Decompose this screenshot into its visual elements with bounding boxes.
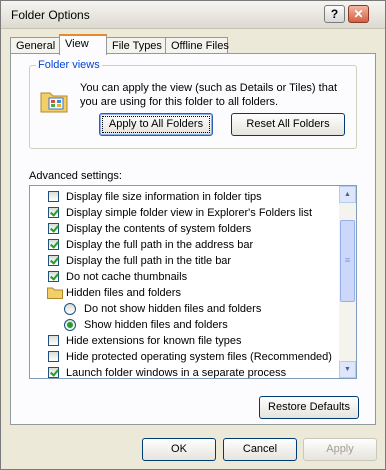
folder-icon bbox=[47, 287, 63, 299]
radio-button[interactable] bbox=[64, 319, 76, 331]
checkbox[interactable] bbox=[48, 367, 59, 378]
option-label: Hide protected operating system files (R… bbox=[66, 351, 332, 363]
option-label: Display the full path in the title bar bbox=[66, 255, 232, 267]
vertical-scrollbar[interactable]: ▲ ≡ ▼ bbox=[339, 186, 356, 378]
option-label: Display the full path in the address bar bbox=[66, 239, 254, 251]
close-button[interactable]: ✕ bbox=[348, 5, 369, 23]
folder-views-legend: Folder views bbox=[36, 59, 102, 71]
option-label: Show hidden files and folders bbox=[84, 319, 228, 331]
folder-views-description: You can apply the view (such as Details … bbox=[80, 82, 338, 108]
title-bar: Folder Options ? ✕ bbox=[1, 1, 385, 29]
apply-to-all-folders-button[interactable]: Apply to All Folders bbox=[99, 113, 213, 136]
reset-all-folders-button[interactable]: Reset All Folders bbox=[231, 113, 345, 136]
checkbox[interactable] bbox=[48, 351, 59, 362]
folder-views-group: Folder views You can apply the view (suc… bbox=[29, 59, 357, 149]
option-label: Display simple folder view in Explorer's… bbox=[66, 207, 313, 219]
option-label: Launch folder windows in a separate proc… bbox=[66, 367, 287, 379]
option-label: Do not show hidden files and folders bbox=[84, 303, 262, 315]
option-label: Hide extensions for known file types bbox=[66, 335, 242, 347]
view-tab-panel: Folder views You can apply the view (suc… bbox=[10, 53, 376, 425]
tab-view[interactable]: View bbox=[59, 34, 107, 55]
option-label: Display file size information in folder … bbox=[66, 191, 262, 203]
option-label: Hidden files and folders bbox=[66, 287, 181, 299]
restore-defaults-button[interactable]: Restore Defaults bbox=[259, 396, 359, 419]
checkbox[interactable] bbox=[48, 255, 59, 266]
scroll-up-icon[interactable]: ▲ bbox=[339, 186, 356, 203]
help-button[interactable]: ? bbox=[324, 5, 345, 23]
checkbox[interactable] bbox=[48, 271, 59, 282]
checkbox[interactable] bbox=[48, 335, 59, 346]
checkbox[interactable] bbox=[48, 223, 59, 234]
ok-button[interactable]: OK bbox=[142, 438, 216, 461]
apply-button[interactable]: Apply bbox=[303, 438, 377, 461]
advanced-settings-label: Advanced settings: bbox=[29, 170, 122, 182]
checkbox[interactable] bbox=[48, 191, 59, 202]
option-label: Do not cache thumbnails bbox=[66, 271, 188, 283]
checkbox[interactable] bbox=[48, 207, 59, 218]
cancel-button[interactable]: Cancel bbox=[223, 438, 297, 461]
scroll-down-icon[interactable]: ▼ bbox=[339, 361, 356, 378]
tab-general[interactable]: General bbox=[10, 37, 60, 54]
folder-views-icon bbox=[40, 92, 68, 113]
radio-button[interactable] bbox=[64, 303, 76, 315]
option-label: Display the contents of system folders bbox=[66, 223, 252, 235]
window-title: Folder Options bbox=[11, 8, 90, 22]
tab-offline-files[interactable]: Offline Files bbox=[165, 37, 229, 54]
scroll-thumb[interactable]: ≡ bbox=[340, 220, 355, 302]
checkbox[interactable] bbox=[48, 239, 59, 250]
tab-file-types[interactable]: File Types bbox=[106, 37, 166, 54]
advanced-settings-list[interactable]: Display file size information in folder … bbox=[29, 185, 357, 379]
folder-options-dialog: Folder Options ? ✕ General View File Typ… bbox=[0, 0, 386, 470]
